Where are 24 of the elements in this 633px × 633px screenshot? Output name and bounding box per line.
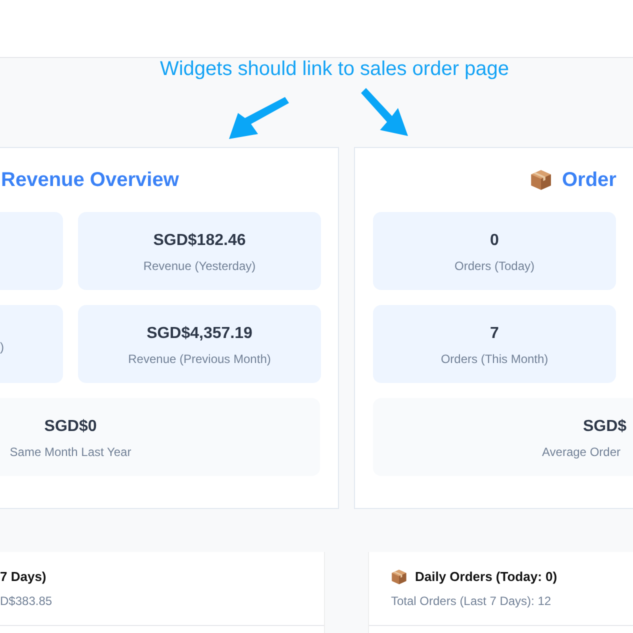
stat-label: Average Order xyxy=(541,444,620,460)
panel-title: 7 Days) xyxy=(0,568,46,586)
card-title: Order xyxy=(562,168,616,193)
stat-value: SGD$4,357.19 xyxy=(146,324,252,344)
panel-subtitle: Total Orders (Last 7 Days): 12 xyxy=(391,593,552,610)
stat-label: Orders (Today) xyxy=(454,258,535,274)
overview-card[interactable]: Revenue Overview SGD$182.46 Revenue (Yesterday) ) SGD$4,357.19 Revenue (Previous Month) SGD$0 Same Month Last Year xyxy=(0,147,339,509)
stat-label: Revenue (Yesterday) xyxy=(143,258,256,274)
stat-value: 7 xyxy=(490,324,499,344)
stat-value: SGD$ xyxy=(582,416,627,436)
stat-value: SGD$0 xyxy=(44,416,97,436)
panel-subtitle: D$383.85 xyxy=(0,593,54,610)
panel-title: Daily Orders (Today: 0) xyxy=(415,568,558,586)
annotation-text: Widgets should link to sales order page xyxy=(158,58,510,80)
arrow-icon xyxy=(229,97,289,139)
card-title: Revenue Overview xyxy=(1,168,179,193)
stat-label: Same Month Last Year xyxy=(10,444,132,460)
stat-label: ) xyxy=(0,338,4,356)
stat-label: Orders (This Month) xyxy=(440,350,548,368)
overview-card[interactable]: Order 0 Orders (Today) 7 Orders (This Month) SGD$ Average Order xyxy=(354,147,633,509)
stat-value: 0 xyxy=(490,230,499,250)
stat-value: SGD$182.46 xyxy=(153,230,246,250)
stat-label: Revenue (Previous Month) xyxy=(128,350,271,368)
arrow-icon xyxy=(361,88,408,136)
